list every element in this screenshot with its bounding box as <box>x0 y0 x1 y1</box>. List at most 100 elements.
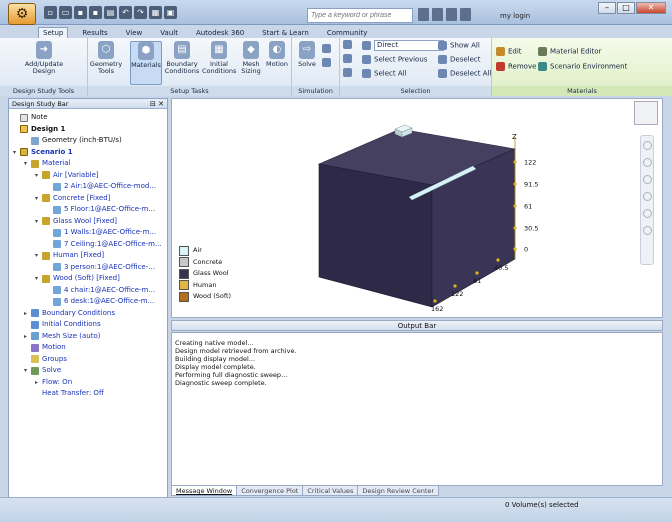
expand-toggle-icon[interactable]: ▾ <box>35 193 42 205</box>
tab-setup[interactable]: Setup <box>38 27 69 38</box>
tree-item[interactable]: 2 Air:1@AEC-Office-mod... <box>13 181 167 193</box>
pin-icon[interactable]: ⊟ ✕ <box>150 99 164 109</box>
select-previous-button[interactable]: Select Previous <box>362 55 427 64</box>
expand-toggle-icon[interactable]: ▾ <box>24 365 31 377</box>
solve-button[interactable]: ⇨ Solve <box>296 41 318 85</box>
tree-item[interactable]: 6 desk:1@AEC-Office-m... <box>13 296 167 308</box>
tree-item[interactable]: Note <box>13 112 167 124</box>
pan-icon[interactable] <box>642 158 652 167</box>
tab-results[interactable]: Results <box>78 28 111 38</box>
expand-toggle-icon[interactable]: ▾ <box>35 273 42 285</box>
redo-icon[interactable]: ↷ <box>134 6 147 19</box>
window-icon[interactable]: ▣ <box>164 6 177 19</box>
deselect-button[interactable]: Deselect <box>438 55 481 64</box>
tree-item[interactable]: 3 person:1@AEC-Office-... <box>13 262 167 274</box>
sim-option-2-icon[interactable] <box>322 58 334 67</box>
expand-toggle-icon[interactable]: ▸ <box>24 331 31 343</box>
maximize-button[interactable]: □ <box>617 2 635 14</box>
star-icon[interactable] <box>446 8 457 21</box>
tree-item[interactable]: ▾ Wood (Soft) [Fixed] <box>13 273 167 285</box>
orbit-icon[interactable] <box>642 192 652 201</box>
boundary-conditions-button[interactable]: ▤ Boundary Conditions <box>164 41 200 85</box>
select-filter-icon[interactable] <box>343 54 355 63</box>
expand-toggle-icon[interactable]: ▸ <box>35 377 42 389</box>
tree-item[interactable]: ▾ Solve <box>13 365 167 377</box>
key-icon[interactable] <box>432 8 443 21</box>
model-left-face[interactable] <box>318 163 433 308</box>
search-input[interactable] <box>307 8 413 23</box>
viewcube-icon[interactable] <box>634 101 658 125</box>
tree-item[interactable]: ▾ Material <box>13 158 167 170</box>
geometry-tools-button[interactable]: ⬡ Geometry Tools <box>88 41 124 85</box>
initial-conditions-button[interactable]: ▦ Initial Conditions <box>202 41 236 85</box>
tree-item[interactable]: 1 Walls:1@AEC-Office-m... <box>13 227 167 239</box>
materials-button[interactable]: ⬢ Materials <box>130 41 162 85</box>
tab-view[interactable]: View <box>122 28 147 38</box>
close-button[interactable]: ✕ <box>636 2 666 14</box>
new-icon[interactable]: ▫ <box>44 6 57 19</box>
tree-item[interactable]: Initial Conditions <box>13 319 167 331</box>
zoom-icon[interactable] <box>642 175 652 184</box>
output-tab-message-window[interactable]: Message Window <box>171 486 238 496</box>
tree-item[interactable]: ▸ Boundary Conditions <box>13 308 167 320</box>
tab-vault[interactable]: Vault <box>156 28 182 38</box>
tree-item[interactable]: Geometry (inch-BTU/s) <box>13 135 167 147</box>
save-icon[interactable]: ▪ <box>74 6 87 19</box>
select-mode-icon[interactable] <box>343 40 355 49</box>
deselect-all-button[interactable]: Deselect All <box>438 69 491 78</box>
undo-icon[interactable]: ↶ <box>119 6 132 19</box>
print-icon[interactable]: ▤ <box>104 6 117 19</box>
tree-item[interactable]: ▸ Mesh Size (auto) <box>13 331 167 343</box>
remove-button[interactable]: Remove <box>496 62 536 71</box>
save-as-icon[interactable]: ▪ <box>89 6 102 19</box>
mesh-sizing-button[interactable]: ◆ Mesh Sizing <box>238 41 264 85</box>
tab-start-learn[interactable]: Start & Learn <box>258 28 313 38</box>
3d-model-view[interactable]: Z 122 91.5 61 30.5 0 40.5 81 122 162 <box>172 99 662 317</box>
tree-item[interactable]: Design 1 <box>13 124 167 136</box>
minimize-button[interactable]: – <box>598 2 616 14</box>
cart-icon[interactable] <box>460 8 471 21</box>
output-tab-critical-values[interactable]: Critical Values <box>302 486 359 496</box>
expand-toggle-icon[interactable]: ▾ <box>35 216 42 228</box>
grid-icon[interactable]: ▦ <box>149 6 162 19</box>
app-menu-button[interactable]: ⚙ <box>8 3 36 25</box>
select-box-icon[interactable] <box>343 68 355 77</box>
expand-toggle-icon[interactable]: ▾ <box>35 250 42 262</box>
motion-button[interactable]: ◐ Motion <box>264 41 290 85</box>
tree-item[interactable]: Motion <box>13 342 167 354</box>
expand-toggle-icon[interactable]: ▾ <box>35 170 42 182</box>
expand-toggle-icon[interactable]: ▾ <box>13 147 20 159</box>
add-update-design-button[interactable]: ➜ Add/Update Design <box>22 41 66 85</box>
tree-item[interactable]: 4 chair:1@AEC-Office-m... <box>13 285 167 297</box>
model-viewport[interactable]: Z 122 91.5 61 30.5 0 40.5 81 122 162 Air Concrete G… <box>171 98 663 318</box>
show-all-button[interactable]: Show All <box>438 41 480 50</box>
view-settings-icon[interactable] <box>642 226 652 235</box>
tree-item[interactable]: 5 Floor:1@AEC-Office-m... <box>13 204 167 216</box>
tree-item[interactable]: 7 Ceiling:1@AEC-Office-m... <box>13 239 167 251</box>
tree-item[interactable]: ▾ Glass Wool [Fixed] <box>13 216 167 228</box>
output-tab-design-review-center[interactable]: Design Review Center <box>357 486 440 496</box>
tree-item[interactable]: Heat Transfer: Off <box>13 388 167 400</box>
look-icon[interactable] <box>642 209 652 218</box>
binoculars-icon[interactable] <box>418 8 429 21</box>
tree-item[interactable]: Groups <box>13 354 167 366</box>
tab-autodesk-360[interactable]: Autodesk 360 <box>192 28 248 38</box>
tree-item[interactable]: ▸ Flow: On <box>13 377 167 389</box>
tree-item[interactable]: ▾ Air [Variable] <box>13 170 167 182</box>
tree-item[interactable]: ▾ Concrete [Fixed] <box>13 193 167 205</box>
sim-option-1-icon[interactable] <box>322 44 334 53</box>
tree-item[interactable]: ▾ Human [Fixed] <box>13 250 167 262</box>
scenario-environment-button[interactable]: Scenario Environment <box>538 62 627 71</box>
steering-wheel-icon[interactable] <box>642 141 652 150</box>
tab-community[interactable]: Community <box>323 28 372 38</box>
select-mode-dropdown[interactable]: Direct <box>362 40 444 51</box>
tree-item[interactable]: ▾ Scenario 1 <box>13 147 167 159</box>
expand-toggle-icon[interactable]: ▾ <box>24 158 31 170</box>
message-window[interactable]: Creating native model... Design model ret… <box>171 332 663 486</box>
select-all-button[interactable]: Select All <box>362 69 407 78</box>
login-label[interactable]: my login <box>500 12 530 20</box>
material-editor-button[interactable]: Material Editor <box>538 47 601 56</box>
expand-toggle-icon[interactable]: ▸ <box>24 308 31 320</box>
open-icon[interactable]: ▭ <box>59 6 72 19</box>
output-tab-convergence-plot[interactable]: Convergence Plot <box>236 486 304 496</box>
